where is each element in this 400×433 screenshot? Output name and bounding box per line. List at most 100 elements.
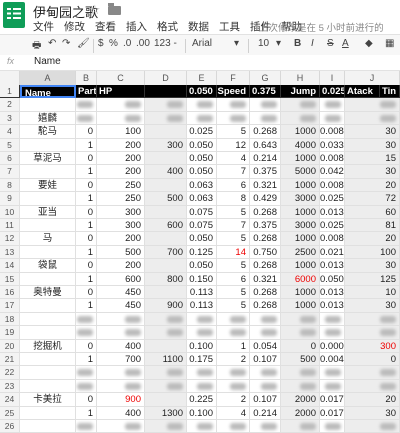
data-cell-e[interactable]: 0.125 [187,245,217,260]
data-cell-d[interactable]: 600 [145,219,187,233]
name-cell[interactable]: 嬉麟 [20,111,76,126]
font-dropdown[interactable]: Arial [192,38,212,49]
data-cell-i[interactable] [320,111,345,126]
name-cell[interactable] [20,353,76,367]
data-cell-e[interactable]: 0.050 [187,232,217,246]
name-cell[interactable] [20,192,76,206]
row-number[interactable]: 2 [0,98,20,112]
header-cell[interactable]: 0.025 [320,85,345,99]
data-cell-g[interactable] [250,366,281,380]
redo-icon[interactable]: ↷ [62,38,70,49]
row-number[interactable]: 21 [0,353,20,367]
column-header[interactable]: D [145,71,187,85]
header-cell[interactable]: Atack [345,85,380,99]
row-number[interactable]: 9 [0,192,20,206]
name-cell[interactable] [20,272,76,286]
data-cell-d[interactable]: 400 [145,165,187,179]
data-cell-f[interactable]: 1 [217,339,250,353]
data-cell-h[interactable]: 0 [281,339,320,353]
row-number[interactable]: 3 [0,111,20,126]
data-cell-b[interactable]: 1 [76,406,97,420]
name-cell[interactable] [20,245,76,260]
blurred-cell[interactable] [250,98,281,112]
data-cell-b[interactable]: 0 [76,205,97,219]
data-cell-h[interactable] [281,420,320,433]
data-cell-i[interactable] [320,312,345,327]
row-number[interactable]: 14 [0,259,20,273]
name-cell[interactable] [20,165,76,179]
data-cell-c[interactable] [97,420,145,433]
column-header[interactable]: H [281,71,320,85]
data-cell-f[interactable]: 4 [217,152,250,166]
data-cell-e[interactable] [187,420,217,433]
data-cell-g[interactable]: 0.214 [250,152,281,166]
data-cell-c[interactable] [97,111,145,126]
data-cell-d[interactable]: 1300 [145,406,187,420]
data-cell-f[interactable]: 12 [217,138,250,152]
data-cell-i[interactable]: 0.013 [320,286,345,300]
data-cell-d[interactable] [145,312,187,327]
data-cell-i[interactable] [320,420,345,433]
currency-icon[interactable]: $ [98,38,104,49]
data-cell-c[interactable]: 250 [97,178,145,193]
data-cell-d[interactable]: 300 [145,138,187,152]
data-cell-h[interactable] [281,326,320,340]
menu-item[interactable]: 工具 [219,21,240,33]
data-cell-g[interactable]: 0.375 [250,219,281,233]
data-cell-i[interactable] [320,326,345,340]
data-cell-h[interactable] [281,111,320,126]
row-number[interactable]: 15 [0,272,20,286]
star-icon[interactable]: ☆ [89,2,101,18]
data-cell-g[interactable] [250,312,281,327]
data-cell-b[interactable]: 0 [76,259,97,273]
data-cell-j[interactable]: 20 [345,232,400,246]
data-cell-j[interactable] [345,326,400,340]
blurred-cell[interactable] [320,98,345,112]
data-cell-j[interactable]: 15 [345,152,400,166]
data-cell-j[interactable] [345,366,400,380]
row-number[interactable]: 23 [0,379,20,394]
data-cell-e[interactable] [187,366,217,380]
formula-input[interactable]: Name [34,56,61,67]
data-cell-c[interactable] [97,312,145,327]
data-cell-h[interactable] [281,379,320,394]
data-cell-b[interactable] [76,326,97,340]
data-cell-g[interactable]: 0.321 [250,272,281,286]
column-header[interactable]: E [187,71,217,85]
data-cell-f[interactable]: 6 [217,178,250,193]
menu-item[interactable]: 数据 [188,21,209,33]
data-cell-e[interactable] [187,326,217,340]
name-cell[interactable] [20,312,76,327]
data-cell-j[interactable]: 10 [345,286,400,300]
data-cell-i[interactable]: 0.013 [320,205,345,219]
data-cell-f[interactable]: 5 [217,259,250,273]
data-cell-e[interactable]: 0.025 [187,125,217,139]
data-cell-f[interactable] [217,111,250,126]
data-cell-i[interactable]: 0.013 [320,299,345,313]
menu-item[interactable]: 查看 [95,21,116,33]
data-cell-h[interactable]: 1000 [281,178,320,193]
undo-icon[interactable]: ↶ [48,38,56,49]
row-number[interactable]: 20 [0,339,20,353]
menu-item[interactable]: 格式 [157,21,178,33]
column-header[interactable]: A [20,71,76,85]
data-cell-i[interactable]: 0.017 [320,406,345,420]
data-cell-d[interactable]: 1100 [145,353,187,367]
blurred-cell[interactable] [217,98,250,112]
chevron-down-icon[interactable]: ▾ [276,38,281,49]
data-cell-b[interactable] [76,379,97,394]
data-cell-f[interactable]: 2 [217,353,250,367]
bold-button[interactable]: B [294,38,301,49]
data-cell-b[interactable]: 0 [76,232,97,246]
data-cell-b[interactable]: 1 [76,219,97,233]
name-cell[interactable]: 挖掘机 [20,339,76,353]
data-cell-c[interactable]: 300 [97,219,145,233]
data-cell-i[interactable] [320,379,345,394]
data-cell-i[interactable]: 0.050 [320,272,345,286]
data-cell-e[interactable]: 0.050 [187,259,217,273]
row-number[interactable]: 19 [0,326,20,340]
name-cell[interactable] [20,219,76,233]
name-cell[interactable]: 马 [20,232,76,246]
data-cell-d[interactable]: 500 [145,192,187,206]
borders-icon[interactable]: ▦ [385,38,394,49]
